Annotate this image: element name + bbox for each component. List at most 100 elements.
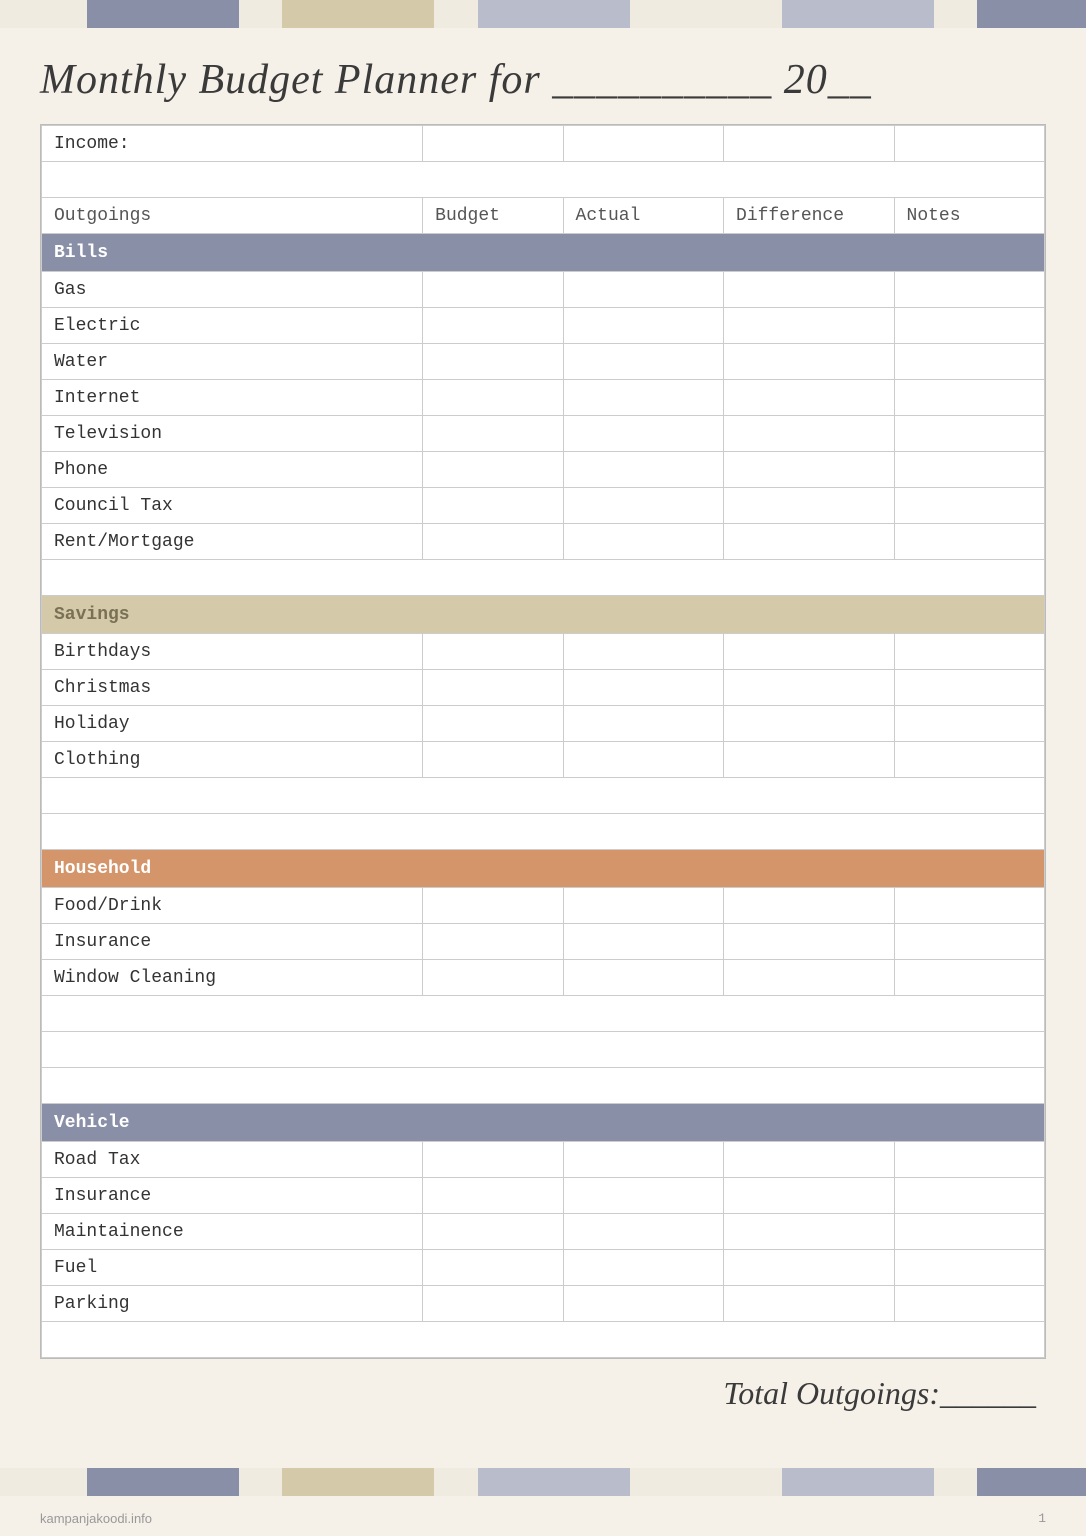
christmas-actual	[563, 670, 723, 706]
page-number: 1	[1038, 1511, 1046, 1526]
holiday-actual	[563, 706, 723, 742]
birthdays-budget	[423, 634, 563, 670]
table-row: Clothing	[42, 742, 1045, 778]
council-diff	[724, 488, 895, 524]
item-road-tax: Road Tax	[42, 1142, 423, 1178]
road-tax-diff	[724, 1142, 895, 1178]
item-birthdays: Birthdays	[42, 634, 423, 670]
parking-diff	[724, 1286, 895, 1322]
holiday-diff	[724, 706, 895, 742]
table-row: Insurance	[42, 1178, 1045, 1214]
spacer-row-household-3	[42, 1068, 1045, 1104]
tv-diff	[724, 416, 895, 452]
holiday-notes	[894, 706, 1044, 742]
table-row: Window Cleaning	[42, 960, 1045, 996]
table-row: Road Tax	[42, 1142, 1045, 1178]
bar-seg-6	[478, 0, 630, 28]
bot-seg-2	[87, 1468, 239, 1496]
bot-seg-9	[934, 1468, 977, 1496]
item-parking: Parking	[42, 1286, 423, 1322]
spacer-row-savings-1	[42, 778, 1045, 814]
christmas-diff	[724, 670, 895, 706]
col-header-outgoings: Outgoings	[42, 198, 423, 234]
road-tax-actual	[563, 1142, 723, 1178]
maint-notes	[894, 1214, 1044, 1250]
rent-actual	[563, 524, 723, 560]
bar-seg-10	[977, 0, 1086, 28]
council-notes	[894, 488, 1044, 524]
item-gas: Gas	[42, 272, 423, 308]
christmas-notes	[894, 670, 1044, 706]
table-row: Holiday	[42, 706, 1045, 742]
income-budget	[423, 126, 563, 162]
food-notes	[894, 888, 1044, 924]
water-budget	[423, 344, 563, 380]
window-budget	[423, 960, 563, 996]
income-notes	[894, 126, 1044, 162]
bot-seg-4	[282, 1468, 434, 1496]
bot-seg-6	[478, 1468, 630, 1496]
budget-table-container: Income: Outgoings Budget Actual Differen…	[40, 124, 1046, 1359]
council-actual	[563, 488, 723, 524]
top-decorative-bar	[0, 0, 1086, 28]
spacer-row-end	[42, 1322, 1045, 1358]
bot-seg-8	[782, 1468, 934, 1496]
maint-budget	[423, 1214, 563, 1250]
item-internet: Internet	[42, 380, 423, 416]
item-rent-mortgage: Rent/Mortgage	[42, 524, 423, 560]
spacer-household-1	[42, 996, 1045, 1032]
vehicle-label: Vehicle	[42, 1104, 1045, 1142]
bar-seg-3	[239, 0, 282, 28]
bar-seg-4	[282, 0, 434, 28]
item-television: Television	[42, 416, 423, 452]
electric-diff	[724, 308, 895, 344]
spacer-savings-1	[42, 778, 1045, 814]
item-food-drink: Food/Drink	[42, 888, 423, 924]
bot-seg-5	[434, 1468, 477, 1496]
fuel-diff	[724, 1250, 895, 1286]
table-row: Electric	[42, 308, 1045, 344]
insurance-v-budget	[423, 1178, 563, 1214]
food-actual	[563, 888, 723, 924]
maint-actual	[563, 1214, 723, 1250]
table-row: Maintainence	[42, 1214, 1045, 1250]
item-clothing: Clothing	[42, 742, 423, 778]
item-window-cleaning: Window Cleaning	[42, 960, 423, 996]
table-row: Phone	[42, 452, 1045, 488]
item-maintainence: Maintainence	[42, 1214, 423, 1250]
window-actual	[563, 960, 723, 996]
table-row: Gas	[42, 272, 1045, 308]
spacer-row-bills	[42, 560, 1045, 596]
insurance-v-diff	[724, 1178, 895, 1214]
fuel-notes	[894, 1250, 1044, 1286]
col-header-actual: Actual	[563, 198, 723, 234]
parking-budget	[423, 1286, 563, 1322]
col-header-notes: Notes	[894, 198, 1044, 234]
spacer-household-3	[42, 1068, 1045, 1104]
bills-header-row: Bills	[42, 234, 1045, 272]
road-tax-budget	[423, 1142, 563, 1178]
bot-seg-10	[977, 1468, 1086, 1496]
spacer-row-household-2	[42, 1032, 1045, 1068]
bar-seg-1	[0, 0, 87, 28]
clothing-actual	[563, 742, 723, 778]
clothing-budget	[423, 742, 563, 778]
tv-budget	[423, 416, 563, 452]
food-budget	[423, 888, 563, 924]
table-row: Rent/Mortgage	[42, 524, 1045, 560]
budget-table: Income: Outgoings Budget Actual Differen…	[41, 125, 1045, 1358]
tv-notes	[894, 416, 1044, 452]
phone-budget	[423, 452, 563, 488]
spacer-savings-2	[42, 814, 1045, 850]
item-council-tax: Council Tax	[42, 488, 423, 524]
table-row: Food/Drink	[42, 888, 1045, 924]
spacer-row-savings-2	[42, 814, 1045, 850]
spacer-bills	[42, 560, 1045, 596]
bot-seg-7	[630, 1468, 782, 1496]
col-header-budget: Budget	[423, 198, 563, 234]
clothing-notes	[894, 742, 1044, 778]
col-header-difference: Difference	[724, 198, 895, 234]
income-label: Income:	[42, 126, 423, 162]
savings-header-row: Savings	[42, 596, 1045, 634]
item-holiday: Holiday	[42, 706, 423, 742]
